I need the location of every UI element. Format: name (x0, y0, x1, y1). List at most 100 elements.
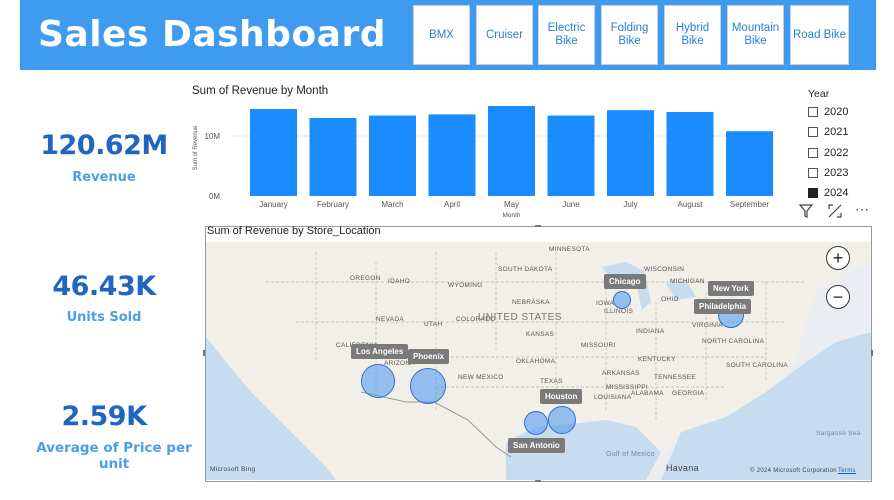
slicer-button[interactable]: Mountain Bike (727, 5, 784, 65)
state-label: NEBRASKA (512, 299, 550, 306)
state-label: TEXAS (540, 378, 563, 385)
state-label: LOUISIANA (594, 394, 632, 401)
state-label: KENTUCKY (638, 356, 676, 363)
more-options-icon[interactable]: ⋯ (855, 201, 870, 218)
zoom-out-button[interactable]: − (826, 285, 850, 309)
state-label: MISSOURI (581, 342, 616, 349)
x-tick-label: February (317, 200, 349, 209)
x-tick-label: May (504, 200, 519, 209)
year-option-label: 2020 (824, 106, 849, 118)
state-label: WISCONSIN (644, 266, 685, 273)
slicer-button[interactable]: Electric Bike (538, 5, 595, 65)
state-label: NEW MEXICO (458, 374, 504, 381)
bubble-houston[interactable] (548, 406, 576, 434)
x-tick-label: April (444, 200, 460, 209)
units-sold-kpi-value: 46.43K (52, 271, 156, 302)
bar[interactable] (250, 109, 297, 196)
bar[interactable] (666, 112, 714, 196)
state-label: NEVADA (376, 316, 405, 323)
state-label: TENNESSEE (654, 374, 697, 381)
year-option[interactable]: 2023 (808, 167, 848, 179)
map-canvas[interactable]: MINNESOTA SOUTH DAKOTA NEBRASKA KANSAS OKLAH… (206, 242, 871, 480)
bing-logo: Microsoft Bing (210, 466, 256, 473)
checkbox[interactable] (808, 167, 818, 178)
zoom-in-button[interactable]: + (826, 246, 850, 270)
resize-handle-left[interactable] (203, 350, 205, 356)
state-label: SOUTH DAKOTA (498, 266, 553, 273)
year-option[interactable]: 2024 (808, 187, 848, 199)
state-label: OHIO (661, 296, 679, 303)
x-tick-label: July (623, 200, 637, 209)
checkbox[interactable] (808, 107, 818, 117)
state-label: ILLINOIS (604, 308, 634, 315)
city-label-new-york: New York (708, 281, 754, 296)
slicer-button[interactable]: Road Bike (790, 5, 849, 65)
state-label: OKLAHOMA (516, 358, 556, 365)
bubble-san-antonio[interactable] (524, 411, 548, 435)
year-option[interactable]: 2021 (808, 126, 848, 138)
state-label: ARKANSAS (602, 370, 640, 377)
avg-price-kpi-value: 2.59K (61, 401, 147, 432)
year-option-label: 2024 (824, 187, 849, 200)
checkbox[interactable] (808, 127, 818, 138)
page-title: Sales Dashboard (38, 14, 386, 55)
bar[interactable] (309, 118, 357, 196)
sargasso-label: Sargasso Sea (816, 430, 861, 437)
bubble-phoenix[interactable] (410, 368, 446, 404)
state-label: NORTH CAROLINA (702, 338, 765, 345)
bubble-los-angeles[interactable] (361, 364, 395, 398)
city-label-philadelphia: Philadelphia (694, 299, 752, 314)
bar-chart-title: Sum of Revenue by Month (192, 85, 329, 97)
bar[interactable] (428, 114, 476, 196)
revenue-kpi-label: Revenue (72, 170, 136, 185)
map-title: Sum of Revenue by Store_Location (207, 225, 381, 237)
gulf-label: Gulf of Mexico (606, 451, 655, 458)
checkbox[interactable] (808, 147, 818, 158)
x-tick-label: September (730, 200, 769, 209)
focus-mode-icon[interactable] (828, 204, 842, 221)
year-option[interactable]: 2022 (808, 147, 848, 159)
country-label: UNITED STATES (478, 312, 562, 323)
slicer-button[interactable]: Cruiser (476, 5, 533, 65)
year-option-label: 2021 (824, 126, 849, 139)
state-label: MICHIGAN (670, 278, 705, 285)
state-label: IOWA (596, 300, 615, 307)
city-label-houston: Houston (540, 389, 583, 404)
slicer-button[interactable]: BMX (413, 5, 470, 65)
x-tick-label: August (678, 200, 704, 209)
state-label: MINNESOTA (549, 246, 590, 253)
units-sold-kpi-label: Units Sold (66, 310, 142, 325)
state-label: KANSAS (526, 331, 555, 338)
state-label: VIRGINIA (692, 322, 723, 329)
terms-link[interactable]: Terms (838, 468, 856, 474)
checkbox[interactable] (808, 188, 818, 199)
slicer-button[interactable]: Hybrid Bike (664, 5, 721, 65)
bar[interactable] (369, 115, 416, 196)
resize-handle-right[interactable] (871, 350, 873, 356)
bar[interactable] (488, 106, 535, 196)
y-tick-label: 0M (209, 192, 220, 201)
x-tick-label: March (381, 200, 403, 209)
bar[interactable] (547, 115, 595, 196)
state-label: IDAHO (388, 278, 411, 285)
avg-price-kpi-label: Average of Price per unit (36, 440, 192, 472)
state-label: SOUTH CAROLINA (726, 362, 788, 369)
slicer-button[interactable]: Folding Bike (601, 5, 658, 65)
resize-handle-bottom[interactable] (535, 480, 541, 482)
filter-icon[interactable] (798, 204, 814, 221)
year-option-label: 2023 (824, 166, 849, 179)
x-axis-label: Month (502, 212, 520, 219)
city-label-los-angeles: Los Angeles (351, 344, 409, 359)
bar[interactable] (726, 131, 773, 196)
bar[interactable] (607, 110, 654, 196)
revenue-kpi-value: 120.62M (40, 130, 168, 161)
state-label: ALABAMA (631, 390, 664, 397)
bubble-chicago[interactable] (613, 291, 631, 309)
x-tick-label: January (259, 200, 287, 209)
year-slicer-title: Year (808, 88, 830, 100)
year-option[interactable]: 2020 (808, 106, 848, 118)
state-label: UTAH (424, 321, 443, 328)
havana-label: Havana (666, 463, 699, 473)
y-axis-label: Sum of Revenue (193, 125, 199, 170)
resize-handle-top[interactable] (535, 225, 541, 227)
